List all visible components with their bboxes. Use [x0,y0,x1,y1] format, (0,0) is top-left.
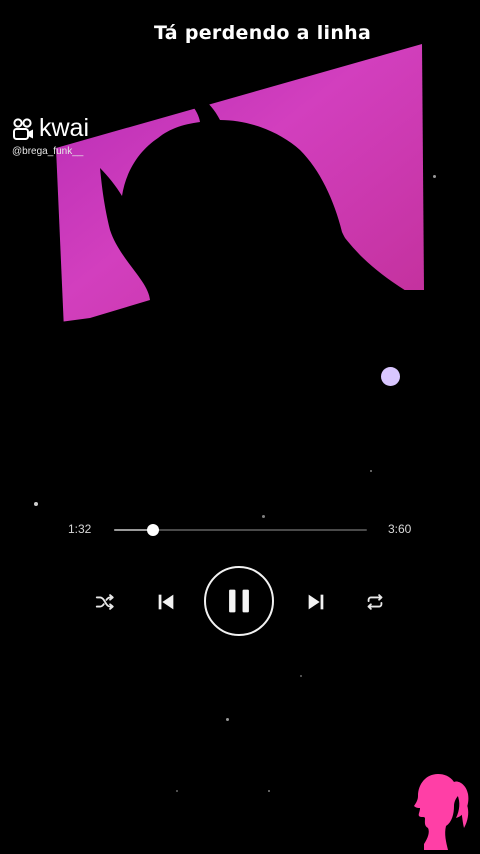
lilac-dot [381,367,400,386]
repeat-button[interactable] [362,589,388,615]
previous-button[interactable] [153,589,179,615]
kwai-brand-text: kwai [39,114,90,142]
sparkle-dot [370,470,372,472]
sparkle-dot [300,675,302,677]
kwai-logo-icon [13,117,33,140]
screen: Tá perdendo a linha kwai @brega_funk__ 1… [0,0,480,854]
sparkle-dot [262,515,265,518]
barbie-head-icon [414,774,469,850]
lyric-caption: Tá perdendo a linha [138,13,388,53]
shuffle-button[interactable] [92,589,118,615]
shuffle-icon [95,594,114,610]
next-button[interactable] [303,589,329,615]
total-time: 3:60 [388,522,412,536]
lyric-caption-text: Tá perdendo a linha [154,22,372,44]
cover-art [0,44,480,420]
kwai-watermark: kwai [12,116,89,141]
skip-previous-icon [158,594,174,610]
current-time: 1:32 [68,522,92,536]
repeat-icon [367,594,383,610]
progress-bar[interactable] [114,524,367,536]
sparkle-dot [176,790,178,792]
play-pause-button[interactable] [204,566,274,636]
skip-next-icon [308,594,324,610]
pause-icon [229,589,249,613]
sparkle-dot [34,502,38,506]
sparkle-dot [226,718,229,721]
sparkle-dot [268,790,270,792]
kwai-handle: @brega_funk__ [12,146,84,157]
sparkle-dot [433,175,436,178]
progress-thumb[interactable] [147,524,160,536]
